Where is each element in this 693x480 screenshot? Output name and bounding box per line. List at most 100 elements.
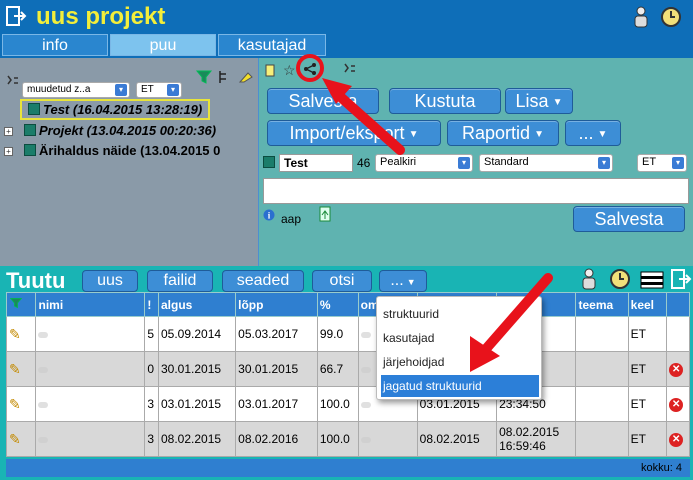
pencil-icon[interactable]: ✎ [9, 396, 21, 412]
chevron-down-icon: ▾ [598, 157, 610, 169]
table-row[interactable]: ✎ 5 05.09.2014 05.03.2017 99.0 ET [5, 316, 690, 352]
pct-cell: 100.0 [316, 386, 359, 422]
table-row[interactable]: ✎ 3 03.01.2015 03.01.2017 100.0 03.01.20… [5, 386, 690, 422]
save-button[interactable]: Salvesta [267, 88, 379, 114]
menu-item-bookmarks[interactable]: järjehoidjad [381, 351, 539, 373]
import-export-button[interactable]: Import/eksport ▼ [267, 120, 441, 146]
delete-icon[interactable]: ✕ [669, 398, 684, 412]
start-cell: 03.01.2015 [157, 386, 237, 422]
table-footer: kokku: 4 [6, 459, 690, 477]
new-button[interactable]: uus [82, 270, 138, 292]
column-header[interactable]: algus [157, 292, 237, 317]
column-header[interactable]: % [316, 292, 359, 317]
app-header: uus projekt [0, 0, 693, 34]
style-select[interactable]: Standard ▾ [479, 154, 613, 172]
filter-icon[interactable] [195, 68, 213, 89]
tab-users[interactable]: kasutajad [218, 34, 326, 56]
excl-cell: 5 [144, 316, 159, 352]
topic-cell [575, 386, 629, 422]
user-icon[interactable] [580, 268, 598, 293]
exit-icon[interactable] [670, 268, 692, 293]
menu-item-users[interactable]: kasutajad [381, 327, 539, 349]
exit-icon[interactable] [5, 5, 27, 27]
end-cell: 03.01.2017 [235, 386, 318, 422]
more-menu-button[interactable]: ... ▼ [379, 270, 427, 292]
filter-column-header[interactable] [5, 292, 37, 317]
delete-icon[interactable]: ✕ [669, 363, 684, 377]
tab-info[interactable]: info [2, 34, 108, 56]
column-header[interactable]: lõpp [235, 292, 318, 317]
user-icon[interactable] [632, 6, 652, 28]
excl-cell: 0 [144, 351, 159, 387]
tree-item[interactable]: Test (16.04.2015 13:28:19) [20, 99, 211, 120]
column-header[interactable]: nimi [35, 292, 146, 317]
delete-cell[interactable]: ✕ [666, 386, 690, 422]
start-cell: 08.02.2015 [157, 421, 237, 457]
edit-cell[interactable]: ✎ [5, 351, 37, 387]
info-icon[interactable]: i [263, 209, 275, 224]
clock-icon[interactable] [609, 268, 631, 293]
tree-item[interactable]: Projekt (13.04.2015 00:20:36) [24, 123, 216, 138]
page-title: uus projekt [36, 3, 166, 30]
star-icon[interactable]: ☆ [283, 62, 296, 79]
delete-button[interactable]: Kustuta [389, 88, 501, 114]
structure-settings-icon[interactable] [343, 62, 357, 79]
lang-select[interactable]: ET ▾ [136, 82, 182, 98]
name-cell [35, 421, 146, 457]
item-lang-select[interactable]: ET ▾ [637, 154, 687, 172]
name-cell [35, 386, 146, 422]
end-cell: 05.03.2017 [235, 316, 318, 352]
pencil-icon[interactable]: ✎ [9, 431, 21, 447]
name-cell [35, 316, 146, 352]
topic-cell [575, 421, 629, 457]
filter-icon[interactable] [9, 296, 23, 310]
start-cell: 05.09.2014 [157, 316, 237, 352]
share-icon[interactable] [303, 62, 317, 79]
delete-cell[interactable]: ✕ [666, 351, 690, 387]
pencil-icon[interactable]: ✎ [9, 361, 21, 377]
pencil-icon[interactable]: ✎ [9, 326, 21, 342]
tree-item[interactable]: Ärihaldus näide (13.04.2015 0 [24, 143, 220, 158]
description-field[interactable] [263, 178, 689, 204]
clock-icon[interactable] [660, 6, 681, 28]
expand-icon[interactable]: + [4, 147, 13, 156]
tree-view-icon[interactable] [218, 70, 232, 87]
save-bottom-button[interactable]: Salvesta [573, 206, 685, 232]
edit-cell[interactable]: ✎ [5, 316, 37, 352]
sort-select[interactable]: muudetud z..a ▾ [22, 82, 130, 98]
expand-icon[interactable]: + [4, 127, 13, 136]
more-button[interactable]: ... ▼ [565, 120, 621, 146]
note-icon[interactable] [265, 64, 275, 80]
file-icon[interactable] [319, 206, 331, 225]
pct-cell: 66.7 [316, 351, 359, 387]
edit-cell[interactable]: ✎ [5, 386, 37, 422]
table-row[interactable]: ✎ 3 08.02.2015 08.02.2016 100.0 08.02.20… [5, 421, 690, 457]
main-tabs: info puu kasutajad [0, 34, 693, 58]
end-cell: 30.01.2015 [235, 351, 318, 387]
name-field[interactable]: Test [279, 154, 353, 172]
files-button[interactable]: failid [147, 270, 213, 292]
menu-item-shared-structures[interactable]: jagatud struktuurid [381, 375, 539, 397]
search-button[interactable]: otsi [312, 270, 372, 292]
tree-settings-icon[interactable] [6, 74, 20, 91]
column-header[interactable]: teema [575, 292, 629, 317]
delete-icon[interactable]: ✕ [669, 433, 684, 447]
delete-cell[interactable]: ✕ [666, 421, 690, 457]
topic-cell [575, 316, 629, 352]
reports-button[interactable]: Raportid ▼ [447, 120, 559, 146]
columns-icon[interactable] [640, 271, 664, 292]
pct-cell: 99.0 [316, 316, 359, 352]
add-button[interactable]: Lisa ▼ [505, 88, 573, 114]
delete-column-header [666, 292, 690, 317]
detail-panel: ☆ Salvesta Kustuta Lisa ▼ Import/eksport ▼… [259, 58, 693, 266]
type-select[interactable]: Pealkiri ▾ [375, 154, 473, 172]
settings-button[interactable]: seaded [222, 270, 304, 292]
tab-tree[interactable]: puu [110, 34, 216, 56]
menu-item-structures[interactable]: struktuurid [381, 303, 539, 325]
edit-cell[interactable]: ✎ [5, 421, 37, 457]
table-row[interactable]: ✎ 0 30.01.2015 30.01.2015 66.7 ET ✕ [5, 351, 690, 387]
highlight-icon[interactable] [238, 70, 254, 87]
column-header[interactable]: ! [144, 292, 159, 317]
panel-title: Tuutu [6, 268, 66, 293]
column-header[interactable]: keel [627, 292, 668, 317]
